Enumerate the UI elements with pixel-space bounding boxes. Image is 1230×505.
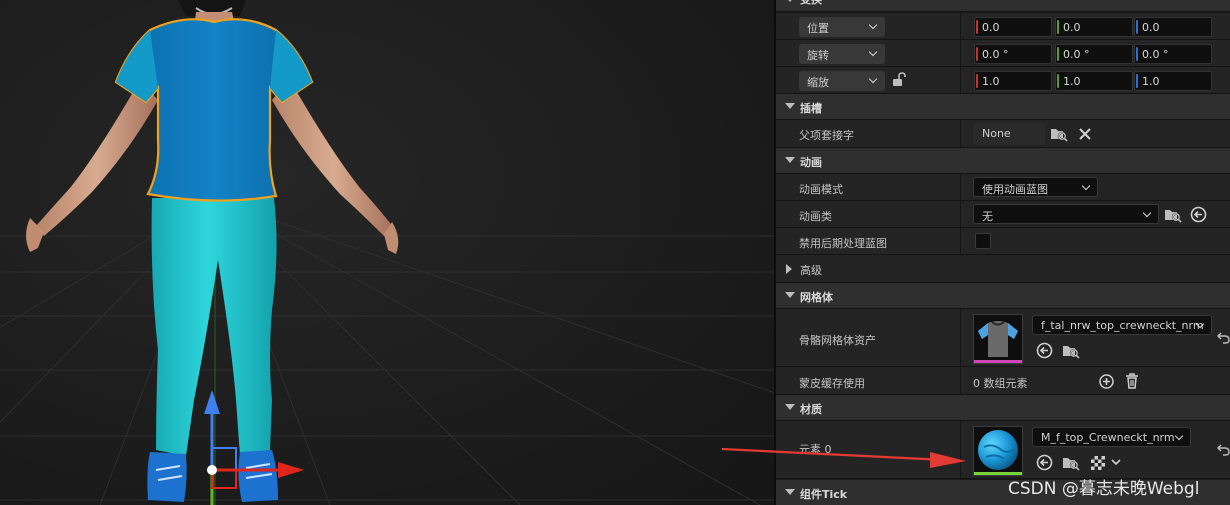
level-viewport[interactable]: [0, 0, 774, 505]
browse-folder-icon[interactable]: [1050, 126, 1068, 142]
reset-to-default-icon[interactable]: [1217, 331, 1230, 345]
category-mesh[interactable]: 网格体: [776, 283, 1230, 309]
chevron-down-icon: [868, 47, 878, 57]
material-dropdown[interactable]: M_f_top_Crewneckt_nrm: [1032, 427, 1191, 447]
skin-cache-value: 0 数组元素: [973, 377, 1028, 390]
collapse-arrow-icon[interactable]: [785, 157, 795, 163]
parent-socket-label: 父项套接字: [799, 129, 854, 142]
category-transform[interactable]: 变换: [776, 0, 1230, 12]
row-skeletal-mesh: 骨骼网格体资产 f_tal_nrw_top_crewneckt_nrm: [776, 309, 1230, 367]
rotation-x-field[interactable]: 0.0 °: [974, 44, 1052, 64]
row-material-element-0: 元素 0 M_f_top_Crewneckt_nrm: [776, 421, 1230, 479]
chevron-down-icon: [1142, 208, 1152, 218]
material-thumbnail[interactable]: [973, 426, 1023, 476]
category-title: 插槽: [800, 102, 822, 115]
chevron-down-icon[interactable]: [1111, 458, 1121, 466]
scale-y-field[interactable]: 1.0: [1055, 71, 1133, 91]
scale-z-field[interactable]: 1.0: [1134, 71, 1212, 91]
row-location: 位置 0.0 0.0 0.0: [776, 13, 1230, 40]
animation-class-value: 无: [982, 210, 993, 223]
scale-x-field[interactable]: 1.0: [974, 71, 1052, 91]
material-element-label: 元素 0: [799, 443, 832, 456]
chevron-down-icon: [868, 20, 878, 30]
category-title: 材质: [800, 403, 822, 416]
animation-class-dropdown[interactable]: 无: [973, 204, 1159, 224]
collapse-arrow-icon[interactable]: [785, 0, 795, 2]
row-scale: 缩放 1.0 1.0 1.0: [776, 67, 1230, 94]
tshirt-thumbnail-icon: [974, 315, 1022, 363]
location-label: 位置: [807, 22, 829, 35]
category-title: 组件Tick: [800, 488, 848, 501]
animation-mode-label: 动画模式: [799, 183, 843, 196]
skin-cache-label: 蒙皮缓存使用: [799, 377, 865, 390]
row-animation-class: 动画类 无: [776, 201, 1230, 228]
watermark: CSDN @暮志未晚Webgl: [1008, 479, 1200, 499]
add-element-icon[interactable]: [1099, 374, 1114, 389]
expand-arrow-icon[interactable]: [786, 264, 792, 274]
category-title: 高级: [800, 264, 822, 277]
category-title: 网格体: [800, 291, 833, 304]
details-panel: 变换 位置 0.0 0.0 0.0 旋转 0.0 ° 0.0 ° 0.0 ° 缩…: [774, 0, 1230, 505]
reset-to-default-icon[interactable]: [1217, 443, 1230, 457]
category-title: 动画: [800, 156, 822, 169]
material-sphere-icon: [974, 427, 1022, 475]
location-x-field[interactable]: 0.0: [974, 17, 1052, 37]
delete-icon[interactable]: [1125, 373, 1139, 389]
collapse-arrow-icon[interactable]: [785, 404, 795, 410]
collapse-arrow-icon[interactable]: [785, 103, 795, 109]
collapse-arrow-icon[interactable]: [785, 292, 795, 298]
animation-mode-dropdown[interactable]: 使用动画蓝图: [973, 177, 1098, 197]
animation-mode-value: 使用动画蓝图: [982, 183, 1048, 196]
category-materials[interactable]: 材质: [776, 395, 1230, 421]
row-rotation: 旋转 0.0 ° 0.0 ° 0.0 °: [776, 40, 1230, 67]
category-sockets[interactable]: 插槽: [776, 94, 1230, 120]
use-selected-icon[interactable]: [1036, 454, 1053, 471]
row-skin-cache: 蒙皮缓存使用 0 数组元素: [776, 367, 1230, 395]
row-disable-post-process: 禁用后期处理蓝图: [776, 228, 1230, 255]
category-advanced[interactable]: 高级: [776, 255, 1230, 283]
browse-folder-icon[interactable]: [1062, 455, 1080, 471]
category-animation[interactable]: 动画: [776, 148, 1230, 174]
unlock-icon[interactable]: [892, 72, 906, 88]
checker-texture-icon[interactable]: [1090, 455, 1106, 471]
rotation-dropdown[interactable]: 旋转: [799, 44, 885, 64]
skeletal-mesh-thumbnail[interactable]: [973, 314, 1023, 364]
collapse-arrow-icon[interactable]: [785, 489, 795, 495]
browse-folder-icon[interactable]: [1062, 343, 1080, 359]
chevron-down-icon: [868, 74, 878, 84]
viewport-scene: [0, 0, 774, 505]
category-title: 变换: [800, 0, 822, 7]
parent-socket-field[interactable]: None: [973, 123, 1045, 145]
scale-dropdown[interactable]: 缩放: [799, 71, 885, 91]
disable-post-process-checkbox[interactable]: [975, 233, 991, 249]
location-dropdown[interactable]: 位置: [799, 17, 885, 37]
skeletal-mesh-label: 骨骼网格体资产: [799, 334, 876, 347]
browse-folder-icon[interactable]: [1164, 207, 1182, 223]
chevron-down-icon: [1174, 431, 1184, 441]
skeletal-mesh-dropdown[interactable]: f_tal_nrw_top_crewneckt_nrm: [1032, 315, 1212, 335]
rotation-label: 旋转: [807, 49, 829, 62]
clear-icon[interactable]: [1078, 127, 1092, 141]
material-value: M_f_top_Crewneckt_nrm: [1041, 431, 1175, 444]
row-animation-mode: 动画模式 使用动画蓝图: [776, 174, 1230, 201]
rotation-z-field[interactable]: 0.0 °: [1134, 44, 1212, 64]
rotation-y-field[interactable]: 0.0 °: [1055, 44, 1133, 64]
location-y-field[interactable]: 0.0: [1055, 17, 1133, 37]
chevron-down-icon: [1081, 181, 1091, 191]
location-z-field[interactable]: 0.0: [1134, 17, 1212, 37]
use-selected-icon[interactable]: [1036, 342, 1053, 359]
skeletal-mesh-value: f_tal_nrw_top_crewneckt_nrm: [1041, 319, 1204, 332]
scale-label: 缩放: [807, 76, 829, 89]
disable-post-process-label: 禁用后期处理蓝图: [799, 237, 887, 250]
row-parent-socket: 父项套接字 None: [776, 120, 1230, 148]
use-selected-icon[interactable]: [1190, 206, 1207, 223]
animation-class-label: 动画类: [799, 210, 832, 223]
